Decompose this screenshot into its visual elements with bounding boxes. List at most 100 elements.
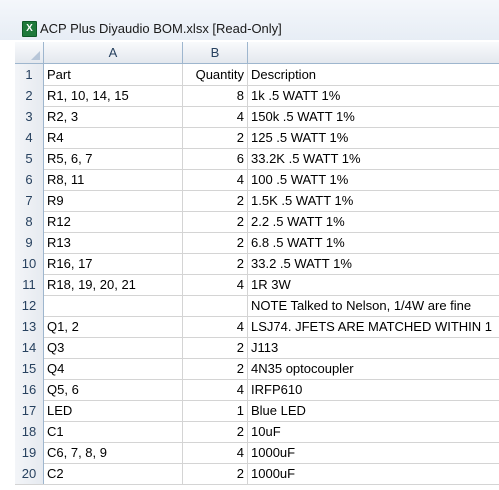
cell-part[interactable]: R5, 6, 7 (44, 148, 183, 169)
cell-part[interactable]: Q5, 6 (44, 379, 183, 400)
cell-description[interactable]: 33.2K .5 WATT 1% (248, 148, 499, 169)
cell-quantity-text: 4 (236, 319, 244, 334)
cell-description[interactable]: 4N35 optocoupler (248, 358, 499, 379)
cell-quantity[interactable]: Quantity (183, 64, 248, 85)
row-header[interactable]: 13 (15, 316, 44, 337)
cell-part[interactable]: C2 (44, 463, 183, 484)
cell-quantity[interactable]: 4 (183, 274, 248, 295)
cell-quantity[interactable]: 1 (183, 400, 248, 421)
cell-part[interactable]: Part (44, 64, 183, 85)
cell-quantity[interactable]: 2 (183, 253, 248, 274)
cell-part[interactable]: LED (44, 400, 183, 421)
row-header[interactable]: 19 (15, 442, 44, 463)
row-header[interactable]: 16 (15, 379, 44, 400)
cell-part-text: R4 (47, 130, 64, 145)
row-header[interactable]: 3 (15, 106, 44, 127)
cell-description[interactable]: 1k .5 WATT 1% (248, 85, 499, 106)
cell-quantity[interactable]: 2 (183, 421, 248, 442)
cell-quantity-text: 4 (236, 382, 244, 397)
cell-description[interactable]: 33.2 .5 WATT 1% (248, 253, 499, 274)
cell-quantity[interactable]: 4 (183, 379, 248, 400)
cell-quantity[interactable]: 6 (183, 148, 248, 169)
select-all-corner[interactable] (15, 42, 44, 63)
cell-part[interactable]: C1 (44, 421, 183, 442)
cell-part[interactable]: R9 (44, 190, 183, 211)
row-header[interactable]: 14 (15, 337, 44, 358)
cell-description-text: 150k .5 WATT 1% (251, 109, 355, 124)
cell-part-text: C1 (47, 424, 64, 439)
cell-part[interactable]: R4 (44, 127, 183, 148)
cell-quantity[interactable]: 4 (183, 442, 248, 463)
cell-quantity[interactable]: 2 (183, 337, 248, 358)
cell-description[interactable]: IRFP610 (248, 379, 499, 400)
table-row: 20 C2 2 1000uF (15, 463, 499, 485)
cell-quantity[interactable]: 8 (183, 85, 248, 106)
row-header[interactable]: 8 (15, 211, 44, 232)
cell-description[interactable]: 100 .5 WATT 1% (248, 169, 499, 190)
cell-description[interactable]: 125 .5 WATT 1% (248, 127, 499, 148)
cell-part[interactable]: R1, 10, 14, 15 (44, 85, 183, 106)
row-header[interactable]: 15 (15, 358, 44, 379)
cell-quantity[interactable]: 2 (183, 127, 248, 148)
column-header-b[interactable]: B (183, 42, 248, 63)
row-header[interactable]: 10 (15, 253, 44, 274)
cell-description[interactable]: 1R 3W (248, 274, 499, 295)
cell-quantity[interactable]: 2 (183, 463, 248, 484)
cell-description-text: Description (251, 67, 317, 82)
cell-quantity[interactable] (183, 295, 248, 316)
cell-part[interactable]: R12 (44, 211, 183, 232)
cell-quantity[interactable]: 2 (183, 358, 248, 379)
cell-description[interactable]: 1000uF (248, 442, 499, 463)
row-header[interactable]: 4 (15, 127, 44, 148)
cell-part[interactable]: R2, 3 (44, 106, 183, 127)
column-header-row: A B (15, 42, 499, 64)
cell-description[interactable]: 6.8 .5 WATT 1% (248, 232, 499, 253)
cell-description[interactable]: 150k .5 WATT 1% (248, 106, 499, 127)
row-header[interactable]: 17 (15, 400, 44, 421)
row-header[interactable]: 12 (15, 295, 44, 316)
cell-part[interactable]: R18, 19, 20, 21 (44, 274, 183, 295)
cell-part-text: R8, 11 (47, 172, 85, 187)
row-header[interactable]: 1 (15, 64, 44, 85)
cell-part-text: R13 (47, 235, 71, 250)
cell-quantity[interactable]: 4 (183, 316, 248, 337)
row-header[interactable]: 9 (15, 232, 44, 253)
row-header[interactable]: 6 (15, 169, 44, 190)
cell-part[interactable]: Q3 (44, 337, 183, 358)
cell-quantity[interactable]: 4 (183, 169, 248, 190)
cell-description[interactable]: NOTE Talked to Nelson, 1/4W are fine (248, 295, 499, 316)
cell-part[interactable]: R8, 11 (44, 169, 183, 190)
row-header[interactable]: 18 (15, 421, 44, 442)
row-header[interactable]: 20 (15, 463, 44, 484)
cell-description[interactable]: 2.2 .5 WATT 1% (248, 211, 499, 232)
cell-description[interactable]: 1000uF (248, 463, 499, 484)
cell-part[interactable]: C6, 7, 8, 9 (44, 442, 183, 463)
cell-part[interactable] (44, 295, 183, 316)
table-row: 14 Q3 2 J113 (15, 337, 499, 359)
cell-part-text: C6, 7, 8, 9 (47, 445, 107, 460)
cell-quantity[interactable]: 2 (183, 232, 248, 253)
row-header[interactable]: 2 (15, 85, 44, 106)
cell-description[interactable]: Blue LED (248, 400, 499, 421)
cell-description[interactable]: LSJ74. JFETS ARE MATCHED WITHIN 1 (248, 316, 499, 337)
cell-description-text: Blue LED (251, 403, 306, 418)
row-header[interactable]: 7 (15, 190, 44, 211)
row-header[interactable]: 11 (15, 274, 44, 295)
cell-description[interactable]: Description (248, 64, 499, 85)
cell-description[interactable]: 10uF (248, 421, 499, 442)
cell-description[interactable]: 1.5K .5 WATT 1% (248, 190, 499, 211)
cell-part[interactable]: R13 (44, 232, 183, 253)
column-header-a[interactable]: A (44, 42, 183, 63)
cell-part[interactable]: Q1, 2 (44, 316, 183, 337)
row-header[interactable]: 5 (15, 148, 44, 169)
cell-quantity[interactable]: 4 (183, 106, 248, 127)
cell-part-text: Q1, 2 (47, 319, 79, 334)
cell-quantity[interactable]: 2 (183, 211, 248, 232)
cell-description[interactable]: J113 (248, 337, 499, 358)
cell-quantity[interactable]: 2 (183, 190, 248, 211)
cell-quantity-text: 2 (236, 130, 244, 145)
cell-description-text: 1000uF (251, 445, 296, 460)
table-row: 1 Part Quantity Description (15, 64, 499, 86)
cell-part[interactable]: R16, 17 (44, 253, 183, 274)
cell-part[interactable]: Q4 (44, 358, 183, 379)
